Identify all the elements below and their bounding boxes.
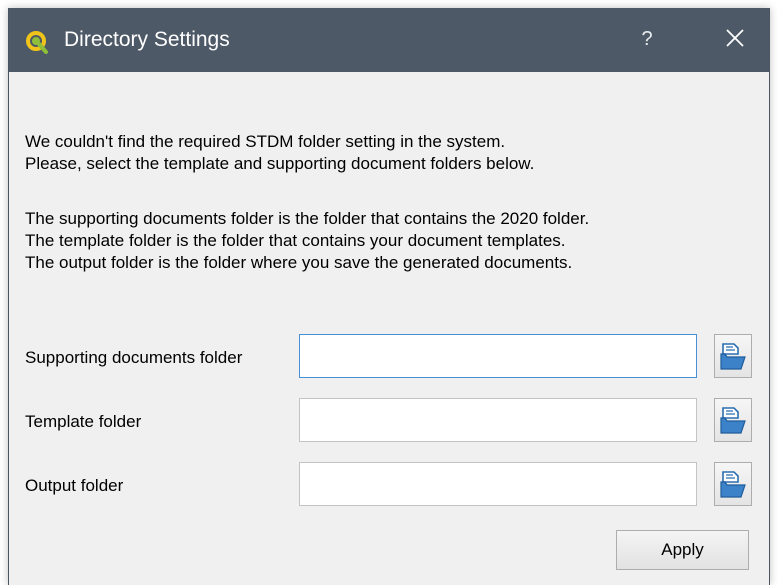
- browse-template-button[interactable]: [714, 398, 752, 442]
- window-title: Directory Settings: [64, 28, 230, 51]
- folder-open-icon: [720, 471, 746, 498]
- directory-settings-dialog: Directory Settings ? We couldn't find th…: [8, 8, 770, 585]
- supporting-documents-label: Supporting documents folder: [25, 348, 243, 367]
- template-folder-label: Template folder: [25, 412, 142, 431]
- message-intro: We couldn't find the required STDM folde…: [25, 131, 534, 175]
- help-button[interactable]: ?: [627, 22, 667, 56]
- browse-output-button[interactable]: [714, 462, 752, 506]
- title-bar: Directory Settings ?: [9, 8, 769, 72]
- template-folder-input[interactable]: [299, 398, 697, 442]
- message-line: Please, select the template and supporti…: [25, 154, 535, 173]
- browse-supporting-button[interactable]: [714, 334, 752, 378]
- supporting-documents-input[interactable]: [299, 334, 697, 378]
- close-button[interactable]: [715, 22, 755, 56]
- folder-open-icon: [720, 407, 746, 434]
- folder-open-icon: [720, 343, 746, 370]
- qgis-icon: [26, 31, 48, 54]
- message-line: The supporting documents folder is the f…: [25, 209, 590, 228]
- output-folder-input[interactable]: [299, 462, 697, 506]
- message-details: The supporting documents folder is the f…: [25, 208, 589, 274]
- message-line: We couldn't find the required STDM folde…: [25, 132, 506, 151]
- apply-button[interactable]: Apply: [616, 530, 749, 570]
- message-line: The output folder is the folder where yo…: [25, 253, 573, 272]
- message-line: The template folder is the folder that c…: [25, 231, 566, 250]
- close-icon: [726, 29, 744, 47]
- output-folder-label: Output folder: [25, 476, 124, 495]
